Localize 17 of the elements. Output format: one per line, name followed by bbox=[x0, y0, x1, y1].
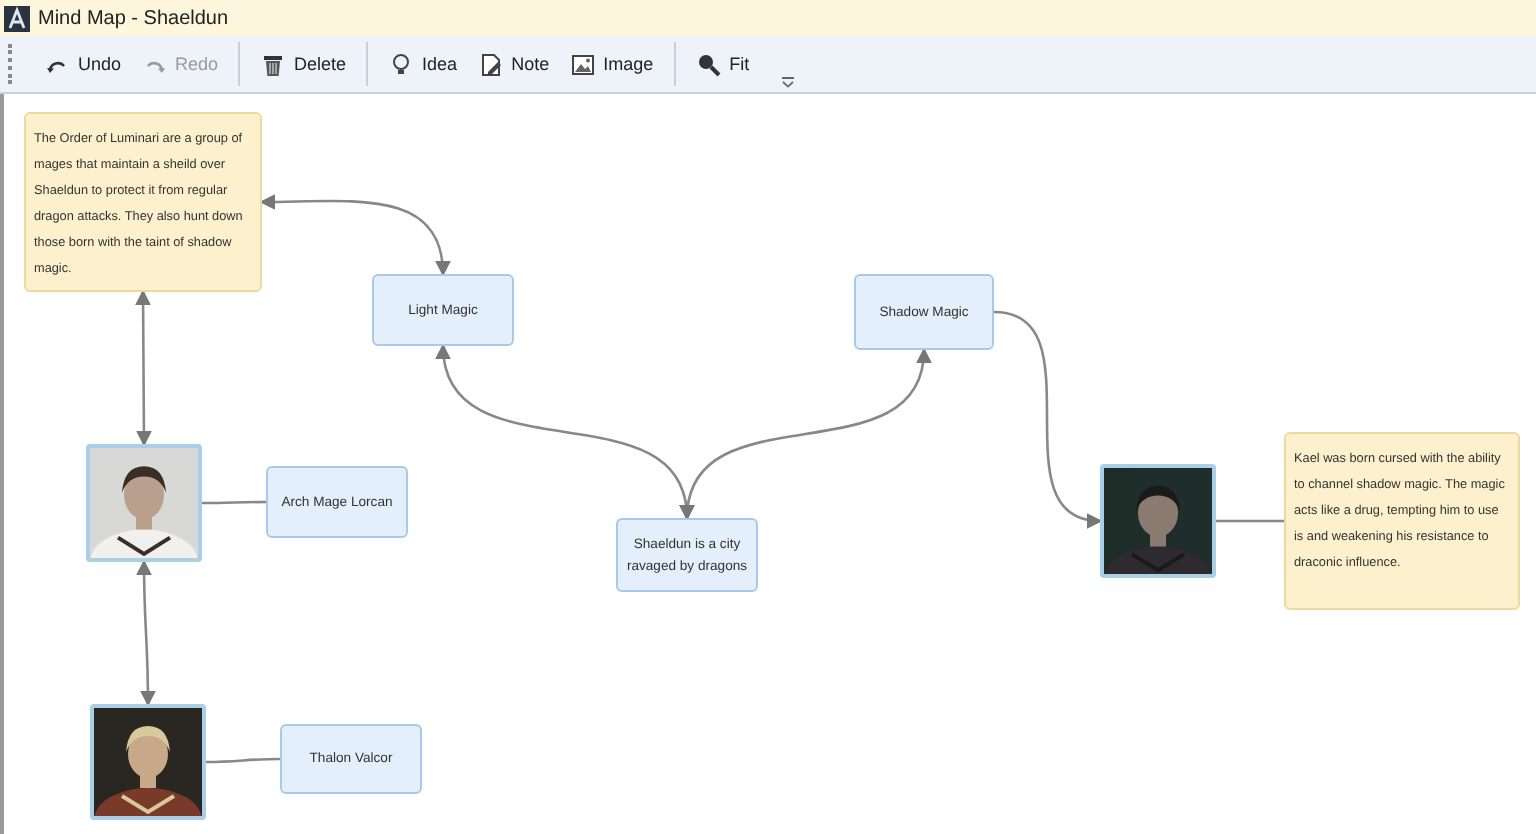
overflow-icon[interactable] bbox=[780, 76, 796, 88]
connector-line bbox=[1216, 519, 1284, 523]
undo-button[interactable]: Undo bbox=[36, 45, 130, 83]
idea-button[interactable]: Idea bbox=[380, 45, 466, 83]
delete-button[interactable]: Delete bbox=[252, 45, 355, 83]
connector-line bbox=[202, 500, 266, 505]
connector-line bbox=[206, 757, 280, 764]
window-title: Mind Map - Shaeldun bbox=[38, 7, 229, 29]
note-pencil-icon bbox=[477, 51, 504, 77]
magnifier-icon bbox=[695, 51, 722, 77]
image-button[interactable]: Image bbox=[561, 45, 662, 83]
note-button[interactable]: Note bbox=[469, 45, 558, 83]
fit-button[interactable]: Fit bbox=[687, 45, 758, 83]
lightbulb-icon bbox=[388, 51, 415, 77]
trash-icon bbox=[260, 51, 287, 77]
image-icon bbox=[569, 51, 596, 77]
app-icon bbox=[4, 5, 30, 31]
